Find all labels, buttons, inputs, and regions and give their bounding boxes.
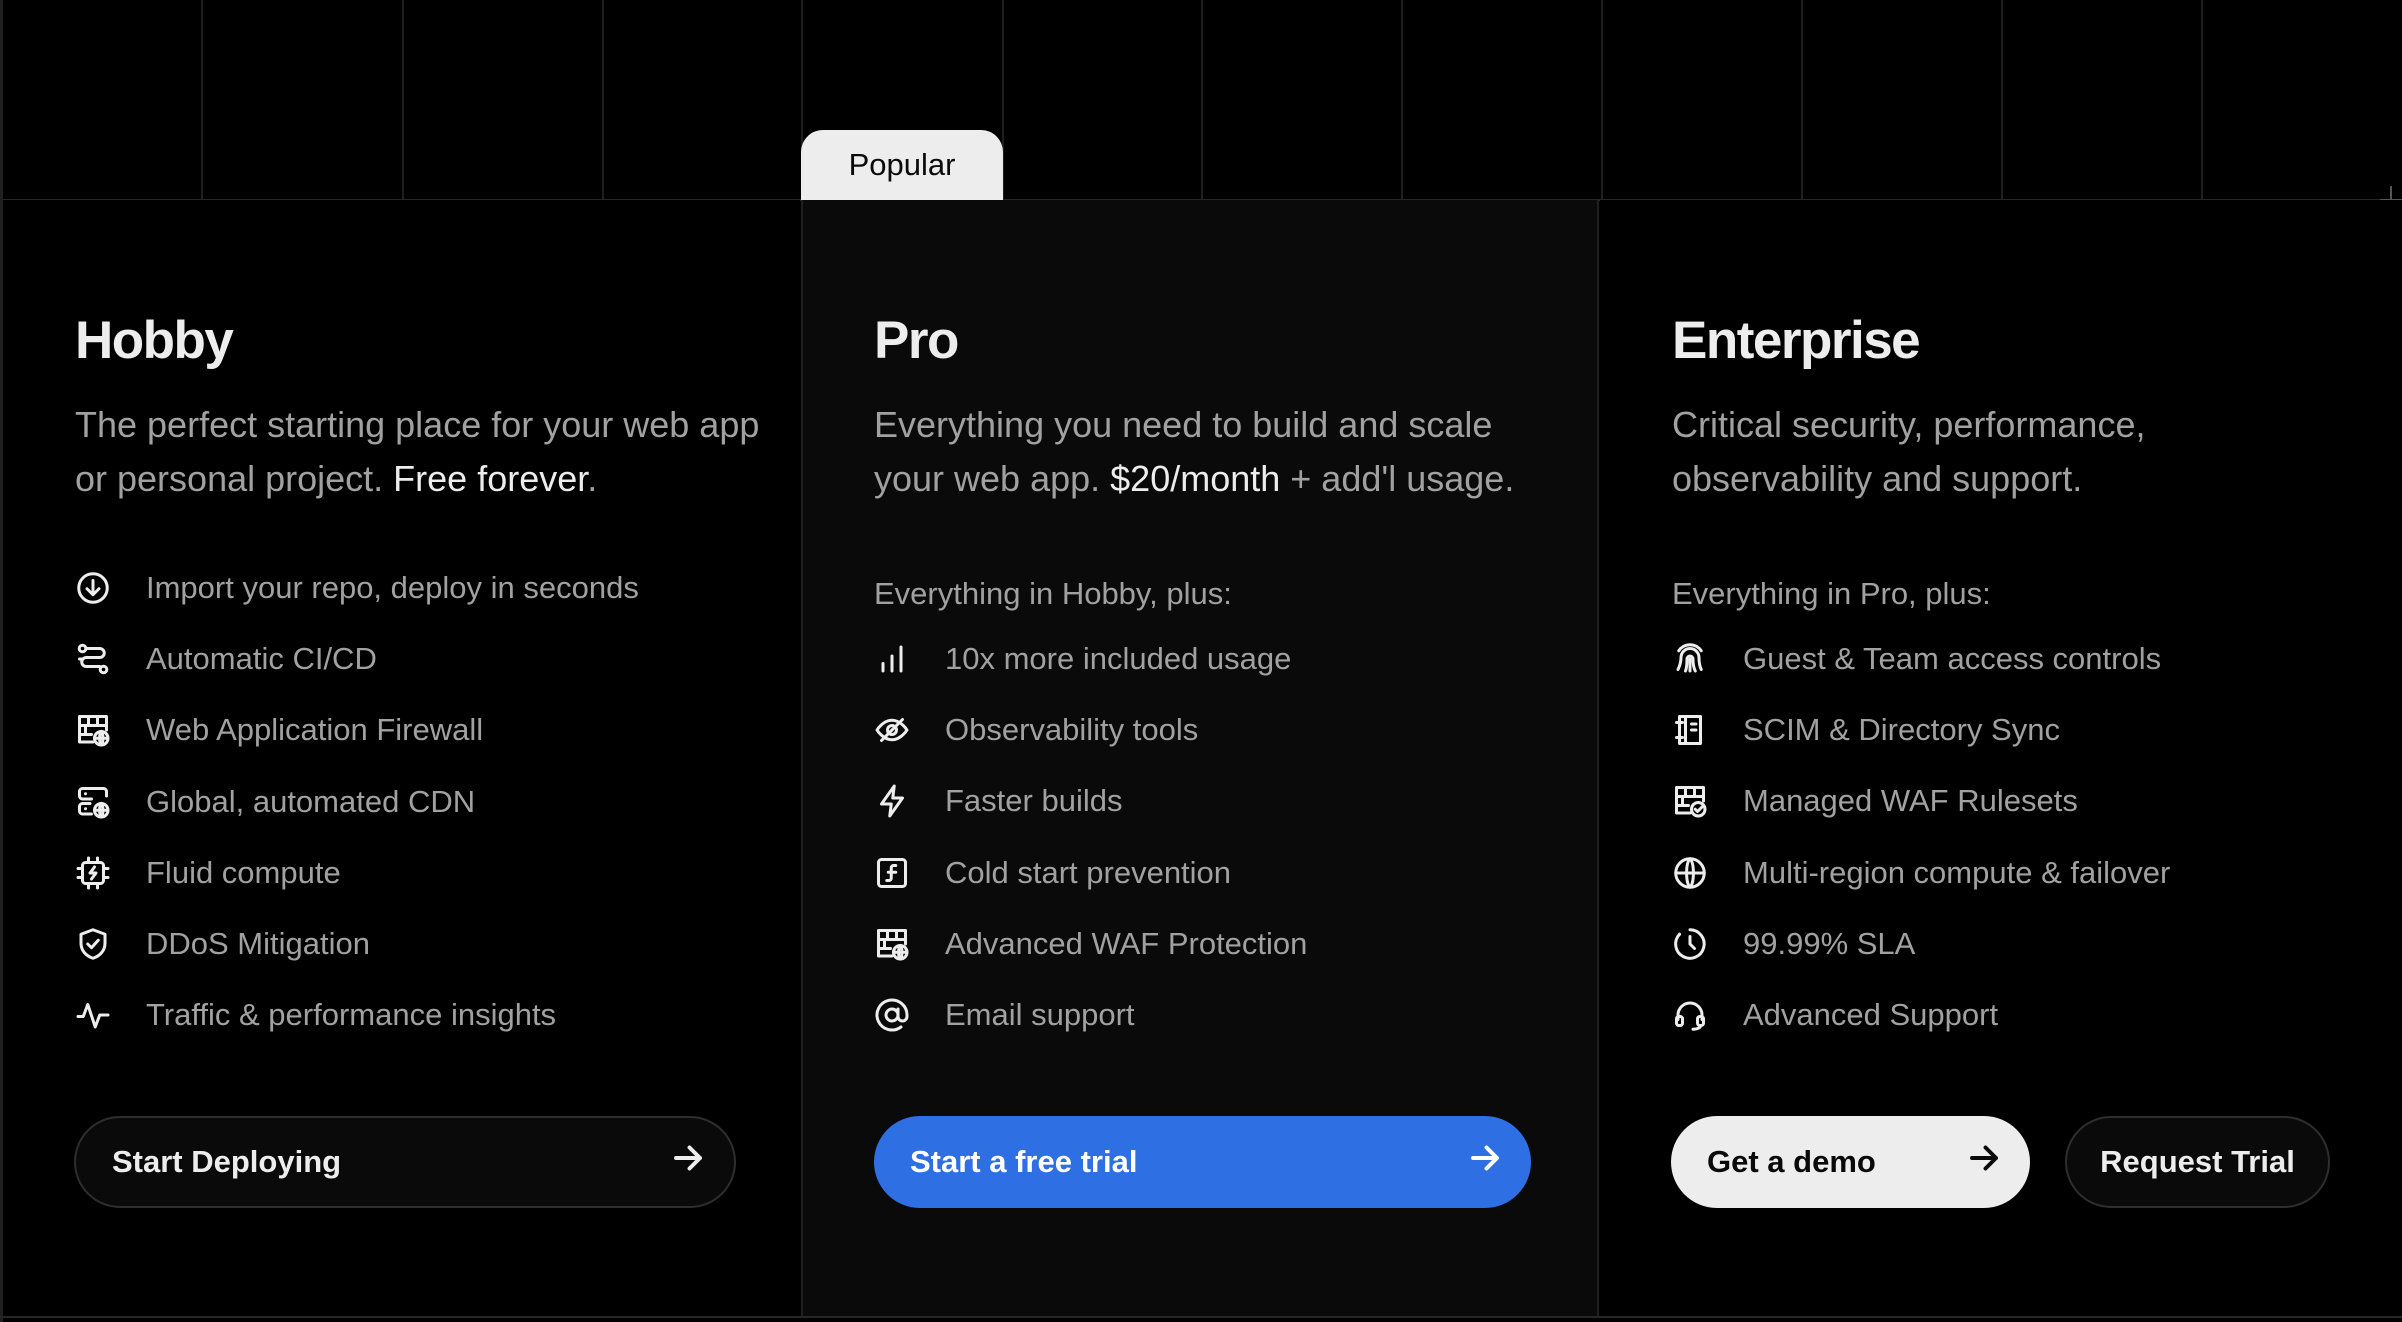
plan-card-hobby: Hobby The perfect starting place for you… <box>3 200 800 1316</box>
feature-list: Import your repo, deploy in seconds Auto… <box>75 552 639 1051</box>
list-item: Global, automated CDN <box>75 766 639 837</box>
list-item: DDoS Mitigation <box>75 908 639 979</box>
list-item: Cold start prevention <box>874 837 1307 908</box>
feature-list: Guest & Team access controls SCIM & Dire… <box>1672 623 2170 1051</box>
start-free-trial-button[interactable]: Start a free trial <box>874 1116 1531 1208</box>
start-deploying-button[interactable]: Start Deploying <box>74 1116 736 1208</box>
arrow-right-icon <box>670 1140 706 1184</box>
firewall-globe-icon <box>75 712 111 748</box>
list-item: SCIM & Directory Sync <box>1672 694 2170 765</box>
lightning-icon <box>874 783 910 819</box>
firewall-globe-icon <box>874 926 910 962</box>
fingerprint-icon <box>1672 641 1708 677</box>
globe-icon <box>1672 855 1708 891</box>
server-globe-icon <box>75 784 111 820</box>
list-item: Automatic CI/CD <box>75 623 639 694</box>
list-item: 99.99% SLA <box>1672 908 2170 979</box>
directory-icon <box>1672 712 1708 748</box>
list-item: 10x more included usage <box>874 623 1307 694</box>
list-item: Guest & Team access controls <box>1672 623 2170 694</box>
list-item: Multi-region compute & failover <box>1672 837 2170 908</box>
list-item: Web Application Firewall <box>75 695 639 766</box>
git-flow-icon <box>75 641 111 677</box>
list-item: Traffic & performance insights <box>75 980 639 1051</box>
list-item: Email support <box>874 979 1307 1050</box>
plan-title: Hobby <box>75 311 234 370</box>
chip-icon <box>75 855 111 891</box>
popular-tab: Popular <box>801 130 1003 200</box>
plan-card-enterprise: Enterprise Critical security, performanc… <box>1600 200 2402 1316</box>
list-item: Faster builds <box>874 766 1307 837</box>
plus-label: Everything in Hobby, plus: <box>874 576 1232 611</box>
arrow-right-icon <box>1467 1140 1503 1184</box>
decorative-grid <box>0 0 2402 201</box>
bar-chart-icon <box>874 641 910 677</box>
plan-card-pro: Pro Everything you need to build and sca… <box>801 200 1599 1316</box>
at-sign-icon <box>874 997 910 1033</box>
plan-description: Critical security, performance, observab… <box>1672 404 2146 499</box>
arrow-circle-down-icon <box>75 570 111 606</box>
get-demo-button[interactable]: Get a demo <box>1671 1116 2030 1208</box>
feature-list: 10x more included usage Observability to… <box>874 623 1307 1051</box>
list-item: Advanced Support <box>1672 979 2170 1050</box>
pulse-icon <box>75 997 111 1033</box>
headset-icon <box>1672 997 1708 1033</box>
list-item: Fluid compute <box>75 837 639 908</box>
list-item: Managed WAF Rulesets <box>1672 766 2170 837</box>
list-item: Advanced WAF Protection <box>874 908 1307 979</box>
clock-icon <box>1672 926 1708 962</box>
plan-title: Enterprise <box>1672 311 1921 370</box>
list-item: Import your repo, deploy in seconds <box>75 552 639 623</box>
plan-description: Everything you need to build and scale y… <box>874 404 1515 499</box>
shield-check-icon <box>75 926 111 962</box>
function-icon <box>874 855 910 891</box>
request-trial-button[interactable]: Request Trial <box>2065 1116 2330 1208</box>
plus-label: Everything in Pro, plus: <box>1672 576 1991 611</box>
arrow-right-icon <box>1966 1140 2002 1184</box>
plan-title: Pro <box>874 311 959 370</box>
firewall-check-icon <box>1672 783 1708 819</box>
list-item: Observability tools <box>874 694 1307 765</box>
eye-icon <box>874 712 910 748</box>
plan-description: The perfect starting place for your web … <box>75 404 760 499</box>
frame-border <box>0 1316 2402 1318</box>
